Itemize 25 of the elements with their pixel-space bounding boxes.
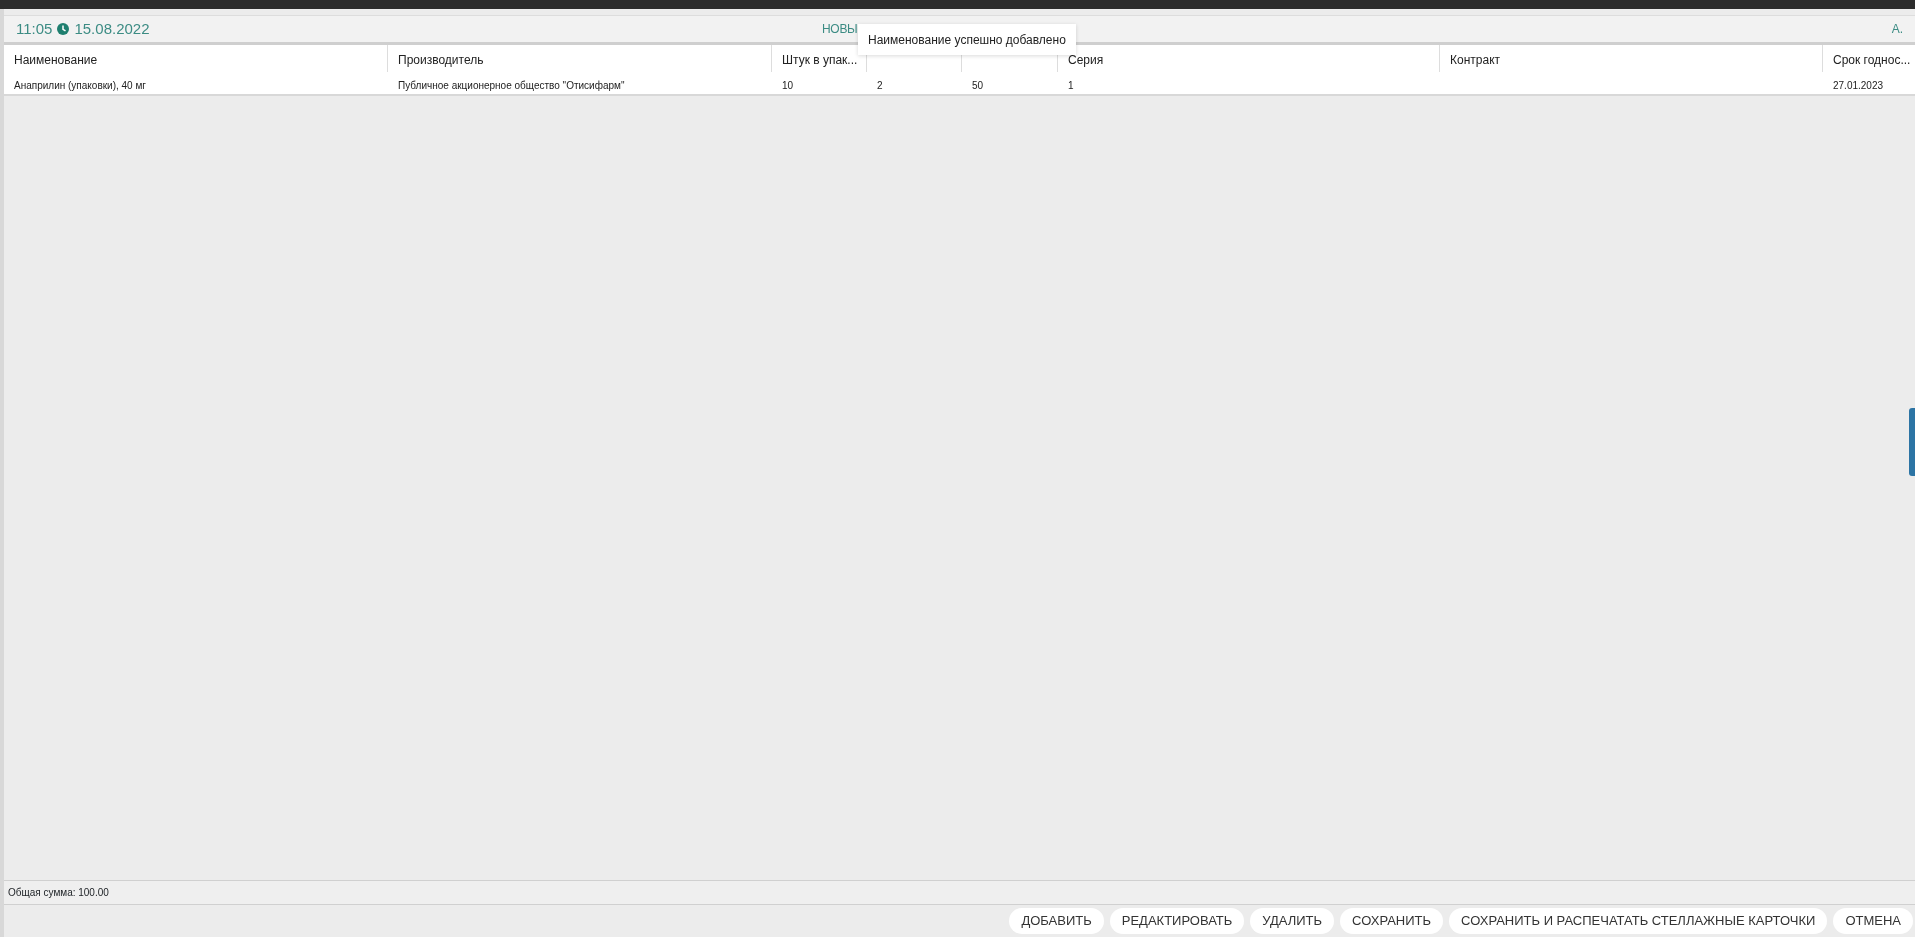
column-header[interactable]: Производитель	[388, 45, 772, 72]
column-header[interactable]: Наименование	[4, 45, 388, 72]
table-cell-text: 50	[971, 79, 985, 93]
column-header[interactable]: Контракт	[1440, 45, 1823, 72]
table-cell-text: 1	[1067, 79, 1075, 93]
table-cell-text: 2	[876, 79, 884, 93]
table-cell-text: 10	[781, 79, 795, 93]
action-button[interactable]: РЕДАКТИРОВАТЬ	[1109, 908, 1245, 934]
column-header[interactable]: Срок годнос...	[1823, 45, 1915, 72]
date-text: 15.08.2022	[74, 18, 150, 39]
clock-time: 11:05	[16, 18, 53, 39]
action-button[interactable]: СОХРАНИТЬ	[1340, 908, 1444, 934]
action-button[interactable]: УДАЛИТЬ	[1250, 908, 1335, 934]
total-sum: Общая сумма: 100.00	[8, 886, 109, 900]
notification-toast: Наименование успешно добавлено	[858, 24, 1076, 55]
side-panel-tab[interactable]	[1909, 408, 1915, 476]
user-initial[interactable]: А.	[1891, 20, 1903, 38]
table-cell-text: Анаприлин (упаковки), 40 мг	[13, 79, 147, 93]
table-cell-text: Публичное акционерное общество "Отисифарм"	[397, 79, 626, 93]
clock-icon	[57, 23, 70, 35]
table-cell-text: 27.01.2023	[1832, 79, 1885, 93]
action-button[interactable]: ДОБАВИТЬ	[1009, 908, 1104, 934]
action-button[interactable]: СОХРАНИТЬ И РАСПЕЧАТАТЬ СТЕЛЛАЖНЫЕ КАРТОЧКИ	[1449, 908, 1828, 934]
action-button[interactable]: ОТМЕНА	[1833, 908, 1913, 934]
page-title: НОВЫ	[822, 21, 858, 38]
